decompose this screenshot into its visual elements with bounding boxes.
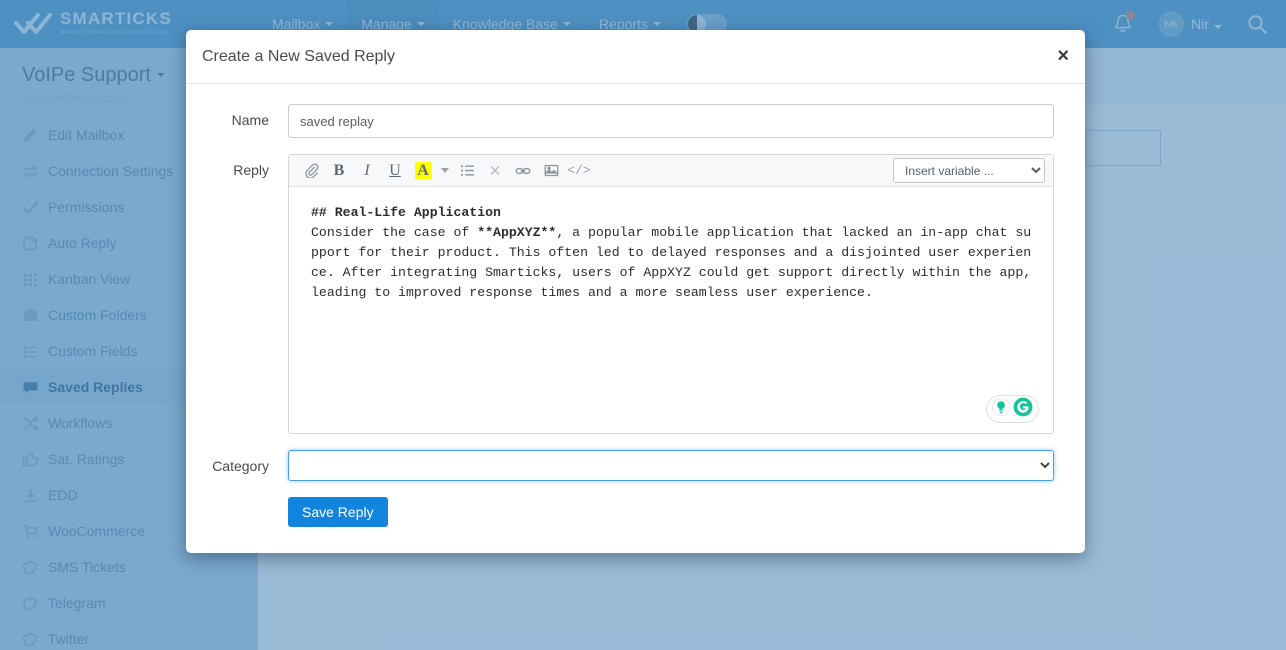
modal-header: Create a New Saved Reply × <box>186 30 1085 84</box>
bullet-list-icon[interactable] <box>453 158 481 184</box>
save-reply-button[interactable]: Save Reply <box>288 497 388 527</box>
underline-icon[interactable]: U <box>381 158 409 184</box>
name-row: Name <box>202 104 1054 138</box>
italic-icon[interactable]: I <box>353 158 381 184</box>
code-icon[interactable]: </> <box>565 158 593 184</box>
editor-toolbar: B I U A ✕ </> Insert variable ... <box>289 155 1053 187</box>
attach-icon[interactable] <box>297 158 325 184</box>
modal-body: Name Reply <box>186 84 1085 527</box>
lightbulb-icon <box>991 397 1011 421</box>
chevron-down-icon[interactable] <box>437 168 453 173</box>
grammarly-badge[interactable] <box>986 395 1039 423</box>
create-saved-reply-modal: Create a New Saved Reply × Name Reply <box>186 30 1085 553</box>
insert-variable-select[interactable]: Insert variable ... <box>893 158 1045 183</box>
clear-format-icon[interactable]: ✕ <box>481 158 509 184</box>
reply-row: Reply B I U A ✕ </> Insert variable ... … <box>202 154 1054 434</box>
editor-content[interactable]: ## Real-Life Application Consider the ca… <box>289 187 1053 433</box>
link-icon[interactable] <box>509 158 537 184</box>
editor-body-text: Consider the case of **AppXYZ**, a popul… <box>311 225 1040 300</box>
rich-text-editor: B I U A ✕ </> Insert variable ... ## Rea… <box>288 154 1054 434</box>
close-icon[interactable]: × <box>1057 46 1069 66</box>
image-icon[interactable] <box>537 158 565 184</box>
name-label: Name <box>231 112 269 128</box>
category-label: Category <box>212 458 269 474</box>
name-input[interactable] <box>288 104 1054 138</box>
grammarly-g-icon <box>1013 397 1033 422</box>
page-title: Create a New Saved Reply <box>202 47 395 65</box>
actions-row: Save Reply <box>202 497 1054 527</box>
reply-label: Reply <box>233 162 269 178</box>
app-root: SMARTICKS MAKING YOU AVAILABLE FOR SUCCE… <box>0 0 1286 650</box>
category-row: Category <box>202 450 1054 481</box>
editor-heading-line: ## Real-Life Application <box>311 205 501 220</box>
bold-icon[interactable]: B <box>325 158 353 184</box>
category-select[interactable] <box>288 450 1054 481</box>
text-color-icon[interactable]: A <box>409 158 437 184</box>
editor-bold-token: **AppXYZ** <box>477 225 557 240</box>
